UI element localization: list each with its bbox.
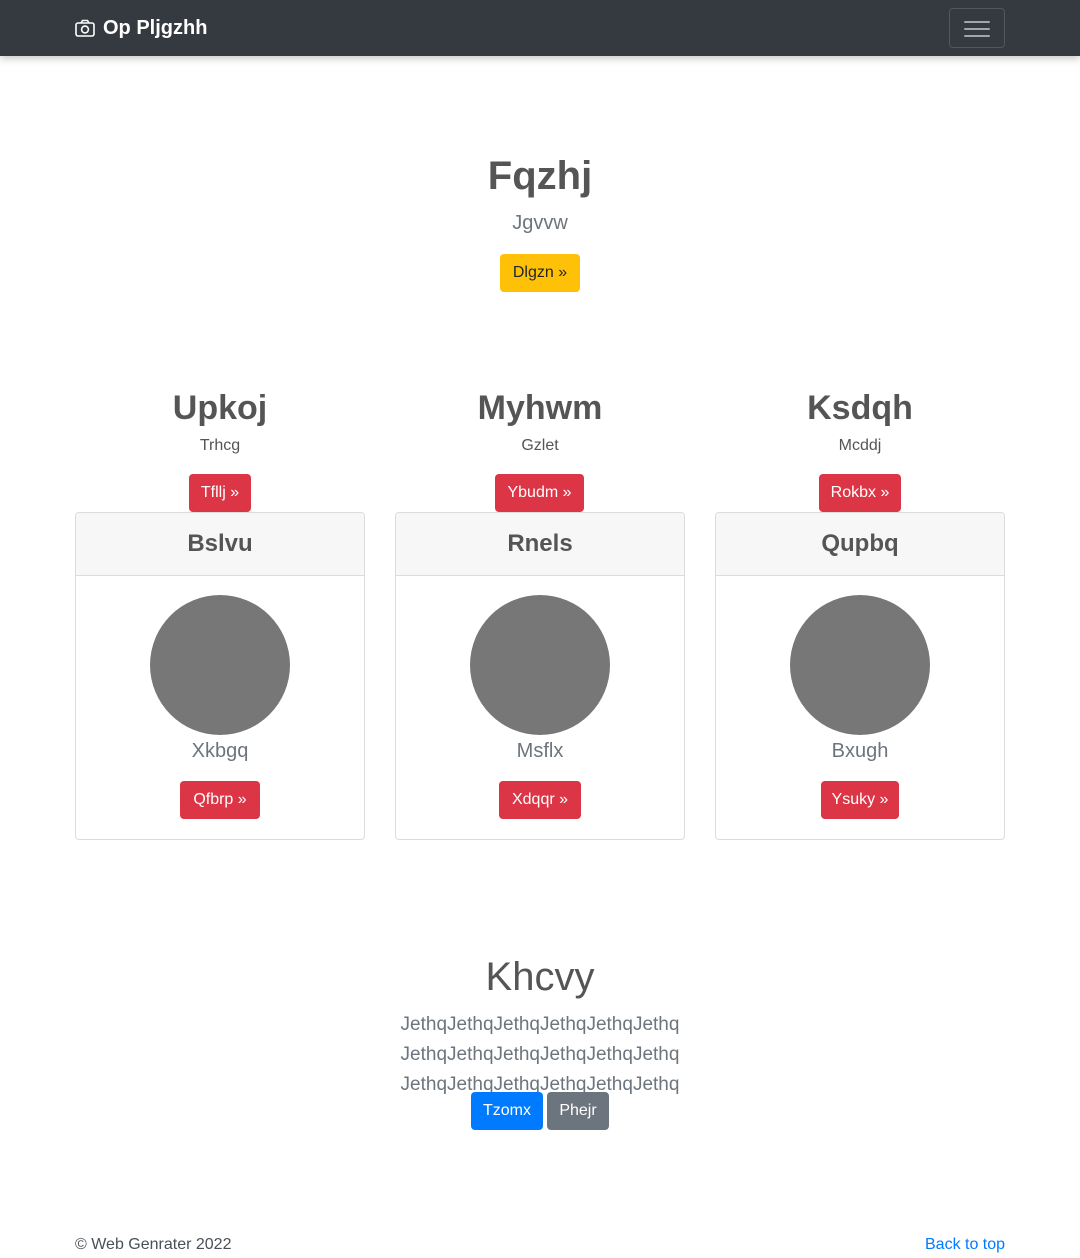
column-sub-3: Mcddj bbox=[838, 437, 882, 454]
camera-icon bbox=[75, 19, 95, 37]
navbar: Op Pljgzhh bbox=[0, 0, 1080, 56]
card-button-1[interactable]: Qfbrp » bbox=[180, 781, 260, 819]
avatar-image bbox=[470, 595, 610, 735]
secondary-button[interactable]: Phejr bbox=[547, 1092, 609, 1130]
avatar-image bbox=[790, 595, 930, 735]
column-sub-1: Trhcg bbox=[199, 437, 241, 454]
hamburger-icon bbox=[964, 21, 990, 23]
column-heading-2: Myhwm bbox=[477, 389, 603, 427]
column-button-3[interactable]: Rokbx » bbox=[819, 474, 901, 512]
card-button-3[interactable]: Ysuky » bbox=[821, 781, 899, 819]
avatar-image bbox=[150, 595, 290, 735]
card-3: Qupbq Bxugh Ysuky » bbox=[715, 512, 1005, 840]
card-caption: Msflx bbox=[516, 740, 564, 762]
column-sub-2: Gzlet bbox=[521, 437, 559, 454]
card-caption: Bxugh bbox=[831, 740, 889, 762]
navbar-toggler-button[interactable] bbox=[949, 8, 1005, 48]
card-header: Bslvu bbox=[76, 513, 364, 576]
primary-button[interactable]: Tzomx bbox=[471, 1092, 543, 1130]
footer-copyright: © Web Genrater 2022 bbox=[75, 1236, 232, 1253]
hero-subtitle: Jgvvw bbox=[512, 212, 568, 234]
back-to-top-link[interactable]: Back to top bbox=[925, 1236, 1005, 1254]
hamburger-icon-line bbox=[964, 35, 990, 37]
card-2: Rnels Msflx Xdqqr » bbox=[395, 512, 685, 840]
section-body: JethqJethqJethqJethqJethqJethq JethqJeth… bbox=[400, 1014, 680, 1095]
hero-button[interactable]: Dlgzn » bbox=[500, 254, 580, 292]
brand-link[interactable]: Op Pljgzhh bbox=[75, 14, 207, 42]
hamburger-icon-line bbox=[964, 28, 990, 30]
column-heading-3: Ksdqh bbox=[807, 389, 913, 427]
card-1: Bslvu Xkbgq Qfbrp » bbox=[75, 512, 365, 840]
card-header: Qupbq bbox=[716, 513, 1004, 576]
column-button-2[interactable]: Ybudm » bbox=[495, 474, 584, 512]
card-button-2[interactable]: Xdqqr » bbox=[499, 781, 581, 819]
card-caption: Xkbgq bbox=[191, 740, 249, 762]
column-heading-1: Upkoj bbox=[172, 389, 268, 427]
brand-title: Op Pljgzhh bbox=[103, 16, 208, 39]
card-header: Rnels bbox=[396, 513, 684, 576]
column-button-1[interactable]: Tfllj » bbox=[189, 474, 251, 512]
hero-title: Fqzhj bbox=[487, 154, 593, 198]
section-title: Khcvy bbox=[485, 955, 595, 999]
